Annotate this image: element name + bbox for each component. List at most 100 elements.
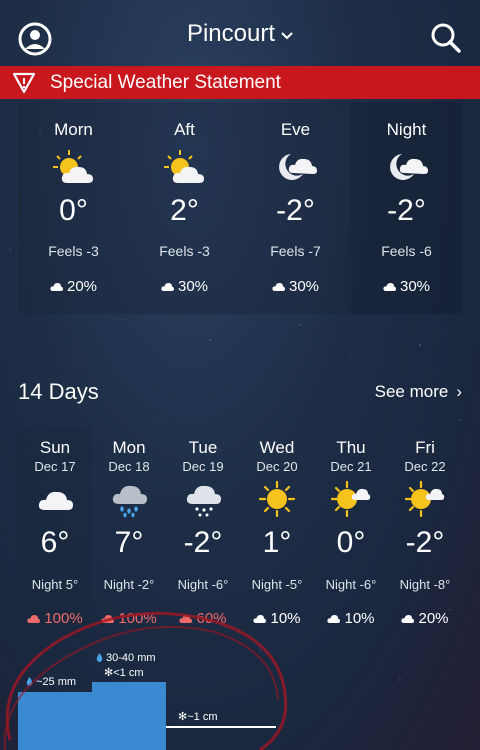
warning-triangle-icon [12, 72, 36, 94]
day-date: Dec 19 [182, 459, 224, 474]
day-column-sun[interactable]: Sun Dec 17 6° Night 5° 100% [18, 428, 92, 638]
day-name: Thu [336, 438, 366, 457]
day-temperature: 7° [114, 526, 144, 559]
period-evening[interactable]: Eve -2° Feels -7 30% [240, 102, 351, 314]
day-precip: 20% [388, 610, 462, 627]
cloud-icon [35, 480, 75, 518]
precip-chance: 100% [44, 610, 83, 627]
weather-alert-banner[interactable]: Special Weather Statement [0, 66, 480, 99]
period-precip: 20% [18, 278, 129, 295]
day-date: Dec 22 [404, 459, 446, 474]
day-periods-forecast: Morn 0° Feels -3 20% Aft 2° Feels -3 30% [18, 102, 462, 314]
period-precip: 30% [240, 278, 351, 295]
period-feels-like: Feels -3 [48, 243, 99, 259]
raindrop-icon [26, 677, 33, 686]
precip-chance: 100% [118, 610, 157, 627]
period-afternoon[interactable]: Aft 2° Feels -3 30% [129, 102, 240, 314]
sun-cloud-icon [404, 480, 445, 518]
rain-cloud-icon [109, 480, 149, 518]
day-date: Dec 20 [256, 459, 298, 474]
period-label: Aft [174, 120, 195, 139]
day-date: Dec 18 [108, 459, 150, 474]
day-precip: 10% [314, 610, 388, 627]
day-precip: 10% [240, 610, 314, 627]
see-more-link[interactable]: See more › [375, 382, 462, 402]
day-temperature: 1° [262, 526, 292, 559]
snowflake-icon: ✻ [178, 711, 188, 723]
app-header: Pincourt [0, 0, 480, 66]
partly-sunny-icon [51, 148, 97, 188]
precip-chance: 10% [344, 610, 375, 627]
day-column-wed[interactable]: Wed Dec 20 1° Night -5° 10% [240, 428, 314, 638]
day-night-temp: Night -6° [177, 577, 229, 592]
cloud-icon [383, 283, 396, 291]
day-temperature: -2° [405, 526, 445, 559]
cloud-icon [253, 615, 267, 623]
precip-chance: 60% [196, 610, 227, 627]
day-precip: 100% [18, 610, 92, 627]
period-temperature: -2° [276, 194, 315, 227]
cloud-icon [272, 283, 285, 291]
day-name: Mon [112, 438, 146, 457]
period-morning[interactable]: Morn 0° Feels -3 20% [18, 102, 129, 314]
sun-cloud-icon [330, 480, 371, 518]
day-night-temp: Night -6° [325, 577, 377, 592]
search-icon[interactable] [430, 22, 462, 54]
cloud-icon [50, 283, 63, 291]
precip-baseline [166, 726, 276, 728]
cloud-icon [179, 615, 193, 623]
precip-amount-chart: ~25 mm 30-40 mm ✻<1 cm ✻~1 cm [18, 640, 462, 750]
day-temperature: -2° [183, 526, 223, 559]
period-temperature: 0° [59, 194, 88, 227]
precip-label-mon-snow: ✻<1 cm [104, 666, 143, 679]
partly-sunny-icon [162, 148, 208, 188]
precip-chance: 20% [418, 610, 449, 627]
period-feels-like: Feels -3 [159, 243, 210, 259]
period-label: Morn [54, 120, 93, 139]
period-night[interactable]: Night -2° Feels -6 30% [351, 102, 462, 314]
precip-chance: 30% [177, 278, 209, 295]
moon-cloud-icon [384, 148, 430, 188]
precip-amount: ~25 mm [36, 676, 77, 688]
precip-bar-sun [18, 692, 92, 750]
period-temperature: -2° [387, 194, 426, 227]
precip-chance: 30% [288, 278, 320, 295]
sun-icon [257, 480, 297, 518]
cloud-icon [27, 615, 41, 623]
day-date: Dec 17 [34, 459, 76, 474]
precip-label-mon-rain: 30-40 mm [96, 652, 156, 664]
cloud-icon [161, 283, 174, 291]
day-column-mon[interactable]: Mon Dec 18 7° Night -2° 100% [92, 428, 166, 638]
precip-label-tue-snow: ✻~1 cm [178, 710, 217, 723]
day-name: Wed [259, 438, 295, 457]
precip-chance: 10% [270, 610, 301, 627]
day-night-temp: Night -2° [103, 577, 155, 592]
cloud-icon [327, 615, 341, 623]
period-precip: 30% [351, 278, 462, 295]
day-column-fri[interactable]: Fri Dec 22 -2° Night -8° 20% [388, 428, 462, 638]
period-label: Night [386, 120, 427, 139]
moon-cloud-icon [273, 148, 319, 188]
fourteen-days-header: 14 Days See more › [18, 378, 462, 408]
day-name: Tue [188, 438, 218, 457]
see-more-label: See more [374, 382, 449, 401]
chevron-down-icon [281, 27, 293, 43]
chevron-right-icon: › [456, 382, 462, 401]
day-temperature: 0° [336, 526, 366, 559]
period-feels-like: Feels -7 [270, 243, 321, 259]
day-precip: 100% [92, 610, 166, 627]
precip-chance: 30% [399, 278, 431, 295]
precip-amount: <1 cm [113, 667, 144, 679]
day-column-tue[interactable]: Tue Dec 19 -2° Night -6° 60% [166, 428, 240, 638]
day-column-thu[interactable]: Thu Dec 21 0° Night -6° 10% [314, 428, 388, 638]
period-temperature: 2° [170, 194, 199, 227]
location-selector[interactable]: Pincourt [0, 20, 480, 48]
day-night-temp: Night 5° [31, 577, 79, 592]
day-night-temp: Night -5° [251, 577, 303, 592]
day-temperature: 6° [40, 526, 70, 559]
day-night-temp: Night -8° [399, 577, 451, 592]
snow-cloud-icon [183, 480, 223, 518]
daily-forecast: Sun Dec 17 6° Night 5° 100% Mon Dec 18 7… [18, 428, 462, 638]
period-label: Eve [280, 120, 311, 139]
precip-chance: 20% [66, 278, 98, 295]
